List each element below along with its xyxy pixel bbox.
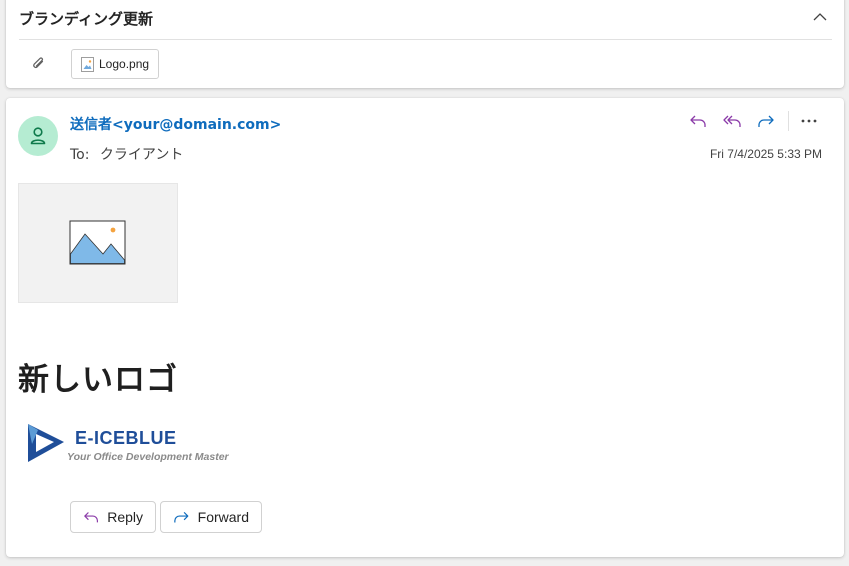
sender-avatar[interactable] — [18, 116, 58, 156]
body-heading: 新しいロゴ — [18, 362, 178, 398]
to-label: To: — [70, 147, 90, 163]
reply-all-icon — [723, 115, 741, 127]
forward-label: Forward — [197, 509, 249, 525]
forward-action-button[interactable] — [749, 110, 783, 132]
message-actions — [681, 110, 824, 132]
iceblue-logo-mark-icon — [28, 424, 64, 462]
collapse-button[interactable] — [810, 6, 830, 26]
forward-icon — [174, 511, 189, 523]
reply-action-button[interactable] — [681, 110, 715, 132]
recipient-name[interactable]: クライアント — [100, 147, 183, 163]
image-placeholder-icon — [69, 220, 126, 265]
logo-title: E-ICEBLUE — [75, 428, 177, 448]
attachment-name: Logo.png — [99, 57, 150, 71]
reply-button[interactable]: Reply — [70, 501, 156, 533]
paperclip-icon — [33, 57, 44, 68]
sender-name: 送信者 — [70, 117, 112, 133]
actions-divider — [788, 111, 789, 131]
reply-label: Reply — [107, 509, 143, 525]
inline-image-placeholder[interactable] — [18, 183, 178, 303]
message-date: Fri 7/4/2025 5:33 PM — [709, 147, 822, 161]
attachment-chip[interactable]: Logo.png — [71, 49, 159, 79]
conversation-subject: ブランディング更新 — [19, 10, 153, 28]
message-card: 送信者<your@domain.com> To: クライアント Fri 7/4/… — [6, 98, 844, 557]
sender-link[interactable]: 送信者<your@domain.com> — [70, 114, 281, 134]
image-file-icon — [81, 56, 94, 72]
reply-all-action-button[interactable] — [715, 110, 749, 132]
chevron-up-icon — [813, 12, 827, 20]
reply-icon — [84, 512, 98, 523]
forward-icon — [758, 115, 774, 127]
more-icon — [801, 119, 817, 123]
reply-icon — [690, 115, 706, 127]
recipient-line: To: クライアント — [70, 144, 183, 164]
company-logo: E-ICEBLUE Your Office Development Master — [24, 416, 229, 468]
person-icon — [30, 127, 46, 145]
logo-tagline: Your Office Development Master — [67, 451, 229, 463]
sender-address: <your@domain.com> — [112, 117, 282, 133]
header-divider — [19, 39, 832, 40]
conversation-header-card: ブランディング更新 Logo.png — [6, 0, 844, 88]
more-actions-button[interactable] — [794, 110, 824, 132]
forward-button[interactable]: Forward — [160, 501, 262, 533]
